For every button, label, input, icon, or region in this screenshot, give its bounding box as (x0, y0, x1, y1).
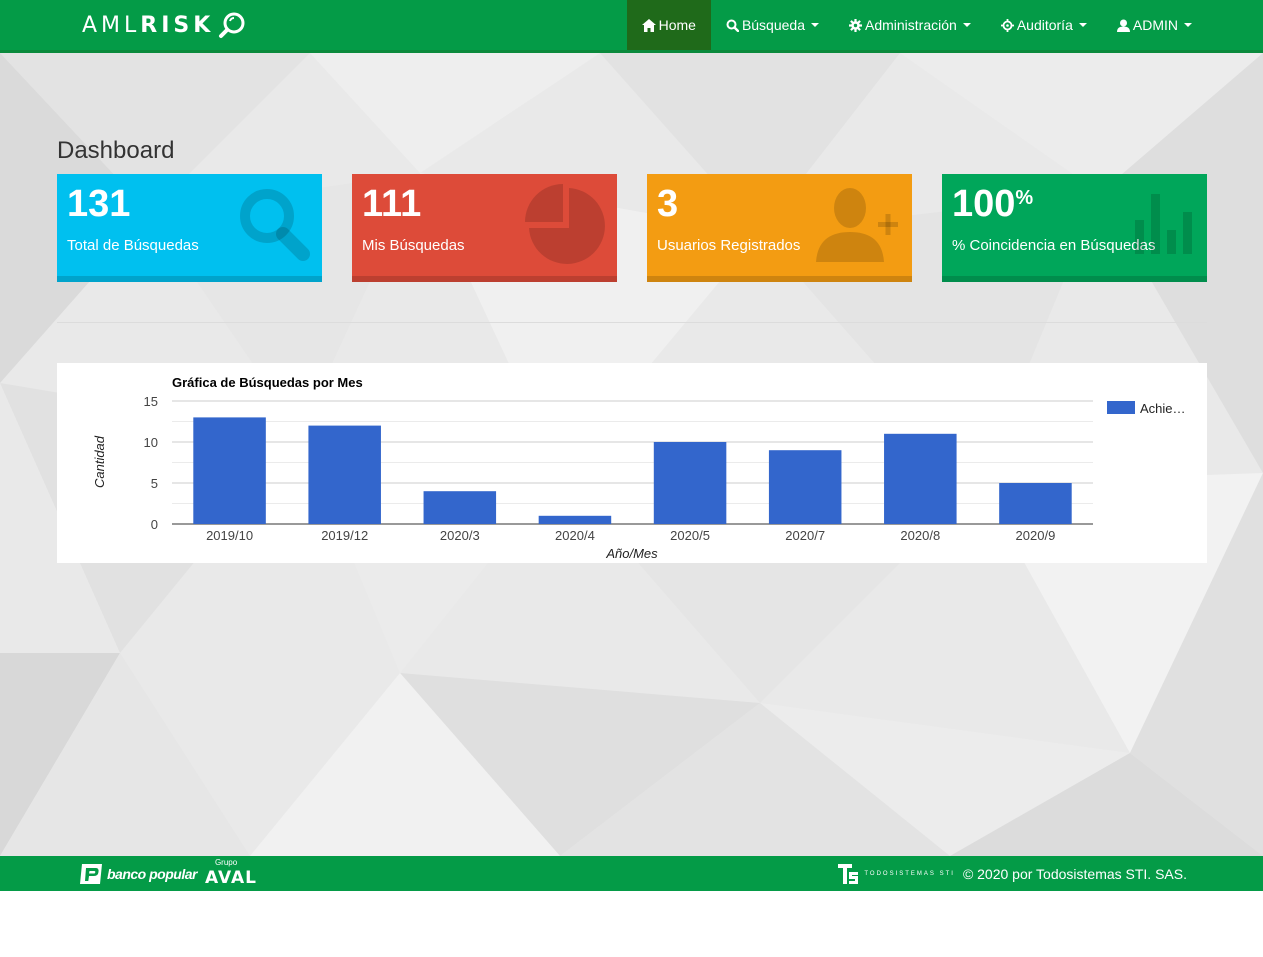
bar[interactable] (308, 425, 381, 524)
nav-auditoria-label: Auditoría (1016, 17, 1073, 33)
tile-total-busquedas[interactable]: 131 Total de Búsquedas (57, 174, 322, 282)
x-tick-label: 2019/12 (321, 528, 368, 543)
nav-home-label: Home (658, 17, 696, 33)
brand-light-text: AML (82, 12, 141, 38)
brand-bold-text: RISK (140, 12, 215, 38)
legend-label: Achie… (1140, 401, 1186, 416)
tile-label: Usuarios Registrados (657, 237, 801, 254)
chart-x-ticks: 2019/10 2019/12 2020/3 2020/4 2020/5 2020/7 20… (206, 528, 1055, 543)
chart-y-ticks: 0 5 10 15 (144, 394, 158, 532)
copyright-text: © 2020 por Todosistemas STI. SAS. (962, 866, 1187, 882)
chevron-down-icon (811, 23, 819, 27)
app-root: AMLRISK Home Búsqueda Administración Aud… (0, 0, 1263, 957)
magnifier-icon (219, 12, 245, 38)
chart-panel: Gráfica de Búsquedas por Mes 2019/10 2019… (57, 363, 1207, 563)
footer: banco popular Grupo AVAL TODOSISTEMAS ST… (0, 856, 1263, 891)
bar[interactable] (423, 491, 497, 524)
bar[interactable] (884, 433, 957, 524)
user-icon (1116, 19, 1130, 32)
nav-busqueda-label: Búsqueda (741, 17, 805, 33)
x-tick-label: 2020/4 (555, 528, 595, 543)
stat-tiles: 131 Total de Búsquedas 111 Mis Búsquedas… (57, 174, 1207, 282)
bar-chart-icon (1135, 194, 1192, 254)
bar[interactable] (768, 450, 842, 524)
divider (57, 322, 1207, 323)
y-tick-label: 5 (151, 476, 158, 491)
bar[interactable] (653, 442, 727, 524)
y-tick-label: 10 (144, 435, 158, 450)
tile-value: 3 (657, 183, 679, 225)
grupo-label: Grupo (214, 858, 238, 867)
nav-user-menu[interactable]: ADMIN (1102, 0, 1207, 50)
page-title: Dashboard (57, 137, 175, 164)
brand-logo[interactable]: AMLRISK (82, 9, 246, 41)
banco-popular-logo-icon (80, 863, 102, 884)
bank-name: banco popular (107, 865, 197, 882)
tile-label: Total de Búsquedas (67, 237, 199, 254)
tile-value: 111 (362, 183, 422, 225)
chevron-down-icon (962, 23, 971, 27)
vendor-name: TODOSISTEMAS STI (864, 871, 955, 877)
nav-busqueda[interactable]: Búsqueda (711, 0, 834, 50)
nav-auditoria[interactable]: Auditoría (986, 0, 1102, 50)
footer-left-logos: banco popular Grupo AVAL (78, 858, 289, 888)
nav-home[interactable]: Home (626, 0, 711, 50)
x-tick-label: 2019/10 (206, 528, 253, 543)
user-add-icon (816, 188, 898, 262)
legend-swatch (1107, 401, 1135, 414)
grupo-aval-logo: Grupo AVAL (204, 858, 289, 888)
bar[interactable] (538, 515, 612, 524)
home-icon (641, 18, 656, 32)
bar[interactable] (999, 483, 1072, 524)
top-navbar: AMLRISK Home Búsqueda Administración Aud… (0, 0, 1263, 53)
x-tick-label: 2020/5 (670, 528, 710, 543)
search-icon (240, 189, 310, 261)
todosistemas-logo-icon (838, 864, 859, 884)
gear-icon (849, 18, 862, 32)
nav-administracion[interactable]: Administración (834, 0, 986, 50)
y-tick-label: 0 (151, 517, 158, 532)
main-nav: Home Búsqueda Administración Auditoría A… (626, 0, 1207, 50)
tile-usuarios-registrados[interactable]: 3 Usuarios Registrados (647, 174, 912, 282)
tile-label: Mis Búsquedas (362, 237, 465, 254)
pie-chart-icon (525, 184, 605, 264)
nav-user-label: ADMIN (1132, 17, 1178, 33)
chart-bars (193, 417, 1072, 524)
chevron-down-icon (1184, 23, 1192, 27)
tile-value: 131 (67, 183, 131, 225)
bar[interactable] (193, 417, 266, 524)
y-tick-label: 15 (144, 394, 158, 409)
crosshair-icon (1000, 18, 1014, 32)
search-icon (726, 19, 739, 32)
footer-right: TODOSISTEMAS STI © 2020 por Todosistemas… (838, 864, 1187, 884)
x-tick-label: 2020/7 (785, 528, 825, 543)
brand-text: AMLRISK (82, 13, 214, 38)
x-tick-label: 2020/3 (440, 528, 480, 543)
tile-coincidencia[interactable]: 100% % Coincidencia en Búsquedas (942, 174, 1207, 282)
aval-label: AVAL (204, 868, 257, 888)
tile-label: % Coincidencia en Búsquedas (952, 237, 1156, 254)
x-tick-label: 2020/9 (1016, 528, 1056, 543)
x-tick-label: 2020/8 (900, 528, 940, 543)
y-axis-label: Cantidad (92, 435, 107, 488)
chart-title: Gráfica de Búsquedas por Mes (172, 375, 363, 390)
x-axis-label: Año/Mes (605, 546, 658, 561)
chevron-down-icon (1078, 23, 1087, 27)
tile-value: 100% (952, 183, 1034, 225)
busquedas-bar-chart: Gráfica de Búsquedas por Mes 2019/10 2019… (92, 375, 1186, 561)
nav-administracion-label: Administración (865, 17, 957, 33)
tile-mis-busquedas[interactable]: 111 Mis Búsquedas (352, 174, 617, 282)
